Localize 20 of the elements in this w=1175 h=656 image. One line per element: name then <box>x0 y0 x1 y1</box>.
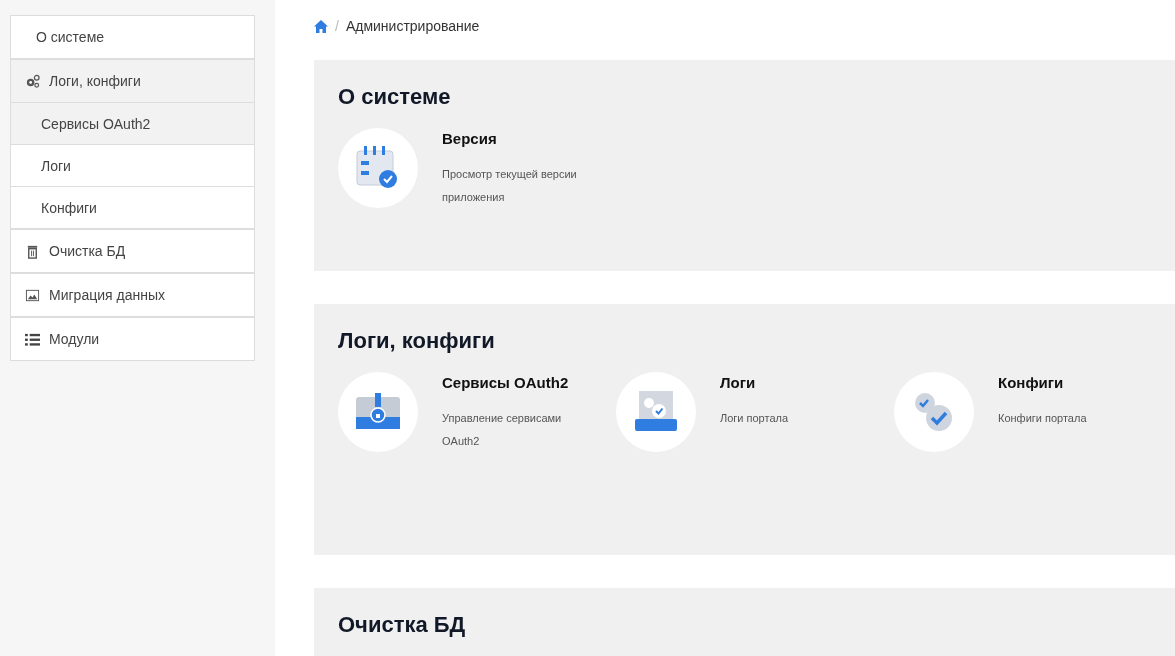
card-description: Логи портала <box>720 411 790 426</box>
section-title: Логи, конфиги <box>338 328 496 354</box>
section-title: Очистка БД <box>338 612 467 638</box>
sidebar-subitem[interactable]: Сервисы OAuth2 <box>11 102 254 144</box>
card-title[interactable]: Конфиги <box>998 374 1153 391</box>
trash-icon <box>25 243 40 259</box>
card-description: Просмотр текущей версии приложения <box>442 167 578 205</box>
card-description: Конфиги портала <box>998 411 1088 426</box>
sidebar-item[interactable]: Логи, конфиги <box>11 60 254 102</box>
gears-icon <box>25 73 40 89</box>
breadcrumb-current: Администрирование <box>345 18 480 34</box>
breadcrumb-separator: / <box>335 18 339 34</box>
card-title[interactable]: Сервисы OAuth2 <box>442 374 597 391</box>
card-description: Управление сервисами OAuth2 <box>442 411 563 449</box>
section-title: О системе <box>338 84 452 110</box>
image-icon <box>25 287 40 303</box>
card-title[interactable]: Логи <box>720 374 875 391</box>
list-icon <box>25 331 40 347</box>
home-icon[interactable] <box>314 19 328 33</box>
card-title[interactable]: Версия <box>442 130 597 147</box>
